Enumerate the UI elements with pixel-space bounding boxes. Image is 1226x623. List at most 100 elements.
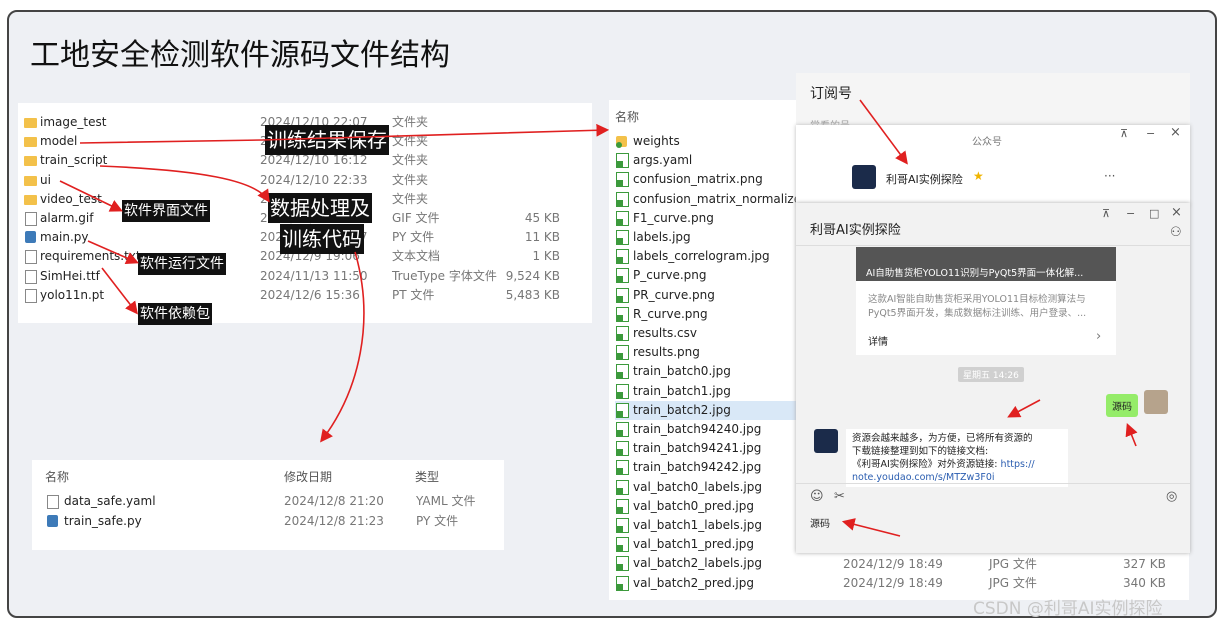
file-name: train_safe.py xyxy=(64,513,142,528)
file-name: P_curve.png xyxy=(633,268,707,283)
file-name: val_batch0_labels.jpg xyxy=(633,479,762,494)
column-header-date[interactable]: 修改日期 xyxy=(284,468,332,485)
file-row[interactable]: args.yaml xyxy=(615,151,799,170)
file-row[interactable]: P_curve.png xyxy=(615,266,799,285)
file-name: video_test xyxy=(40,191,102,206)
pin-icon[interactable]: ⊼ xyxy=(1120,127,1128,140)
file-row[interactable]: train_batch2.jpg xyxy=(615,400,799,420)
file-row[interactable]: val_batch0_pred.jpg xyxy=(615,497,799,516)
file-name: main.py xyxy=(40,230,89,245)
file-row[interactable]: labels.jpg xyxy=(615,228,799,247)
image-file-icon xyxy=(616,479,629,495)
file-row[interactable]: F1_curve.png xyxy=(615,209,799,228)
file-date: 2024/11/13 11:50 xyxy=(260,268,368,283)
column-header-type[interactable]: 类型 xyxy=(415,468,439,485)
details-link[interactable]: 详情 xyxy=(868,333,888,348)
image-file-icon xyxy=(616,364,629,380)
yaml-file-icon xyxy=(47,495,59,509)
maximize-button[interactable]: □ xyxy=(1149,207,1159,220)
file-name: val_batch1_pred.jpg xyxy=(633,537,754,552)
image-file-icon xyxy=(616,460,629,476)
minimize-button[interactable]: − xyxy=(1126,207,1135,220)
file-row[interactable]: labels_correlogram.jpg xyxy=(615,247,799,266)
image-file-icon xyxy=(616,537,629,553)
file-type: JPG 文件 xyxy=(989,576,1037,591)
file-name: ui xyxy=(40,172,51,187)
file-size: 340 KB xyxy=(1123,576,1166,591)
emoji-icon[interactable]: ☺ xyxy=(810,489,824,504)
file-row[interactable]: confusion_matrix.png xyxy=(615,170,799,189)
file-row[interactable]: val_batch1_labels.jpg xyxy=(615,516,799,535)
account-name[interactable]: 利哥AI实例探险 xyxy=(886,171,963,187)
column-header-name[interactable]: 名称 xyxy=(615,108,639,125)
file-size: 5,483 KB xyxy=(505,287,560,302)
image-file-icon xyxy=(616,402,629,418)
file-row[interactable]: train_batch0.jpg xyxy=(615,362,799,381)
file-row[interactable]: val_batch0_labels.jpg xyxy=(615,478,799,497)
reply-message[interactable]: 资源会越来越多，为方便，已将所有资源的 下载链接整理到如下的链接文档: 《利哥A… xyxy=(846,429,1068,487)
annotation-run-file: 软件运行文件 xyxy=(138,253,226,275)
minimize-button[interactable]: − xyxy=(1146,127,1155,140)
file-row[interactable]: confusion_matrix_normalized.p xyxy=(615,190,820,209)
file-meta-row[interactable]: 2024/12/9 18:49 JPG 文件 340 KB xyxy=(843,574,1183,593)
file-row[interactable]: data_safe.yaml 2024/12/8 21:20 YAML 文件 xyxy=(46,492,486,511)
file-row[interactable]: val_batch2_pred.jpg xyxy=(615,574,799,593)
resource-link[interactable]: https:// xyxy=(1001,459,1035,470)
user-icon[interactable]: ⚇ xyxy=(1170,225,1182,240)
file-row[interactable]: ui 2024/12/10 22:33 文件夹 xyxy=(24,171,584,190)
file-size: 9,524 KB xyxy=(505,268,560,283)
image-file-icon xyxy=(616,556,629,572)
file-row[interactable]: results.png xyxy=(615,343,799,362)
file-row[interactable]: SimHei.ttf 2024/11/13 11:50 TrueType 字体文件 9… xyxy=(24,267,584,286)
file-row[interactable]: R_curve.png xyxy=(615,305,799,324)
file-type: PT 文件 xyxy=(392,287,435,302)
file-row[interactable]: weights xyxy=(615,132,799,151)
gif-file-icon xyxy=(25,212,37,226)
avatar[interactable] xyxy=(852,165,876,189)
file-row[interactable]: results.csv xyxy=(615,324,799,343)
pin-icon[interactable]: ⊼ xyxy=(1102,207,1110,220)
message-input[interactable]: 源码 xyxy=(810,515,830,530)
chat-bubble-icon[interactable]: ◎ xyxy=(1166,489,1177,504)
font-file-icon xyxy=(25,269,37,284)
file-row[interactable]: train_safe.py 2024/12/8 21:23 PY 文件 xyxy=(46,512,486,531)
folder-icon xyxy=(24,137,37,148)
file-row[interactable]: val_batch2_labels.jpg xyxy=(615,554,799,573)
file-name: labels.jpg xyxy=(633,230,691,244)
image-file-icon xyxy=(616,210,629,226)
account-avatar[interactable] xyxy=(814,429,838,453)
file-meta-row[interactable]: 2024/12/9 18:49 JPG 文件 327 KB xyxy=(843,555,1183,574)
file-row[interactable]: yolo11n.pt 2024/12/6 15:36 PT 文件 5,483 KB xyxy=(24,286,584,305)
file-row[interactable]: train_batch94241.jpg xyxy=(615,439,799,458)
column-header-name[interactable]: 名称 xyxy=(45,468,69,485)
file-row[interactable]: val_batch1_pred.jpg xyxy=(615,535,799,554)
file-name: image_test xyxy=(40,115,107,129)
scissors-icon[interactable]: ✂ xyxy=(834,489,845,504)
image-file-icon xyxy=(616,172,629,188)
file-row[interactable]: train_batch1.jpg xyxy=(615,382,799,401)
file-explorer-train-script: 名称 修改日期 类型 data_safe.yaml 2024/12/8 21:20… xyxy=(32,460,504,550)
folder-icon xyxy=(24,194,37,205)
file-name: model xyxy=(40,134,78,149)
file-size: 11 KB xyxy=(524,230,560,245)
more-icon[interactable]: ··· xyxy=(1104,169,1115,183)
file-type: 文件夹 xyxy=(392,115,429,129)
sent-message[interactable]: 源码 xyxy=(1106,394,1138,417)
reply-line: 下载链接整理到如下的链接文档: xyxy=(852,446,989,457)
file-row[interactable]: PR_curve.png xyxy=(615,286,799,305)
my-avatar[interactable] xyxy=(1144,390,1168,414)
file-row[interactable]: train_batch94242.jpg xyxy=(615,458,799,477)
public-account-window: 公众号 ⊼ − × 利哥AI实例探险 ★ ··· xyxy=(796,125,1190,205)
folder-icon xyxy=(24,156,37,167)
file-name: train_batch94242.jpg xyxy=(633,460,762,475)
annotation-training-code: 训练代码 xyxy=(280,224,364,254)
file-name: train_batch1.jpg xyxy=(633,383,731,398)
close-button[interactable]: × xyxy=(1170,125,1181,140)
close-button[interactable]: × xyxy=(1171,205,1182,220)
folder-icon xyxy=(24,175,37,186)
article-card[interactable]: AI自助售货柜YOLO11识别与PyQt5界面一体化解... 这款AI智能自助售… xyxy=(856,247,1116,355)
file-type: 文件夹 xyxy=(392,172,429,187)
file-row[interactable]: train_batch94240.jpg xyxy=(615,420,799,439)
file-name: labels_correlogram.jpg xyxy=(633,249,770,264)
file-name: val_batch2_labels.jpg xyxy=(633,556,762,571)
